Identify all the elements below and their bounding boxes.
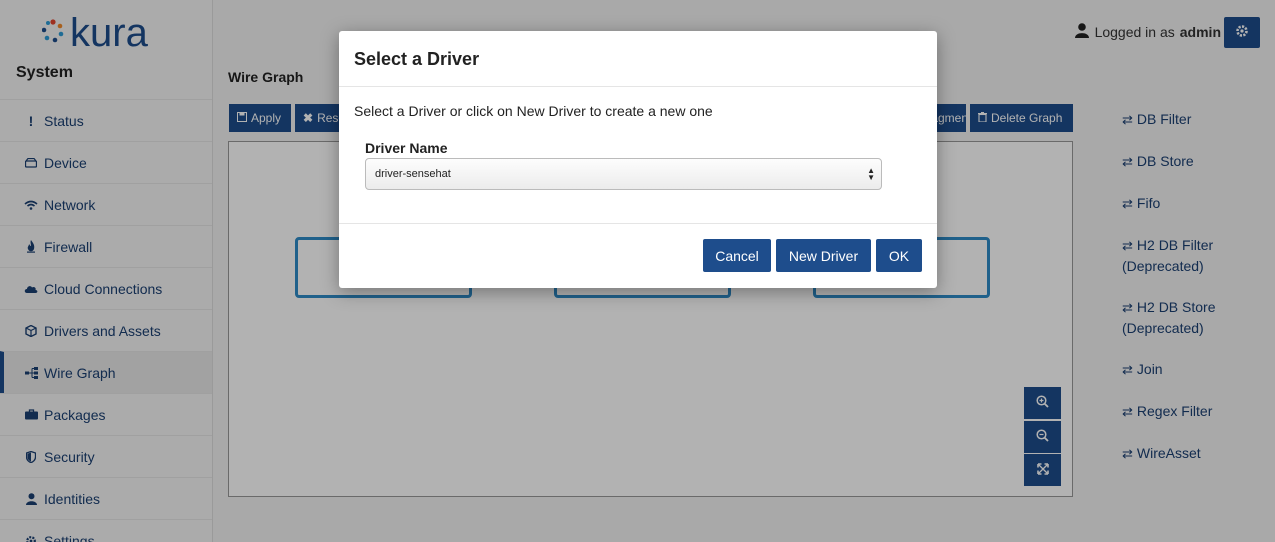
- dialog-body: Select a Driver or click on New Driver t…: [339, 87, 937, 224]
- select-driver-dialog: Select a Driver Select a Driver or click…: [339, 31, 937, 288]
- cancel-button[interactable]: Cancel: [703, 239, 771, 272]
- dialog-footer: Cancel New Driver OK: [703, 239, 922, 272]
- selected-driver: driver-sensehat: [375, 168, 451, 180]
- dialog-description: Select a Driver or click on New Driver t…: [354, 103, 713, 119]
- new-driver-button[interactable]: New Driver: [776, 239, 871, 272]
- dialog-header: Select a Driver: [339, 31, 937, 87]
- driver-name-select[interactable]: driver-sensehat ▲ ▼: [365, 158, 882, 190]
- ok-button[interactable]: OK: [876, 239, 922, 272]
- dialog-title: Select a Driver: [354, 49, 480, 69]
- driver-name-label: Driver Name: [365, 140, 448, 156]
- select-arrows-icon: ▲ ▼: [867, 166, 875, 182]
